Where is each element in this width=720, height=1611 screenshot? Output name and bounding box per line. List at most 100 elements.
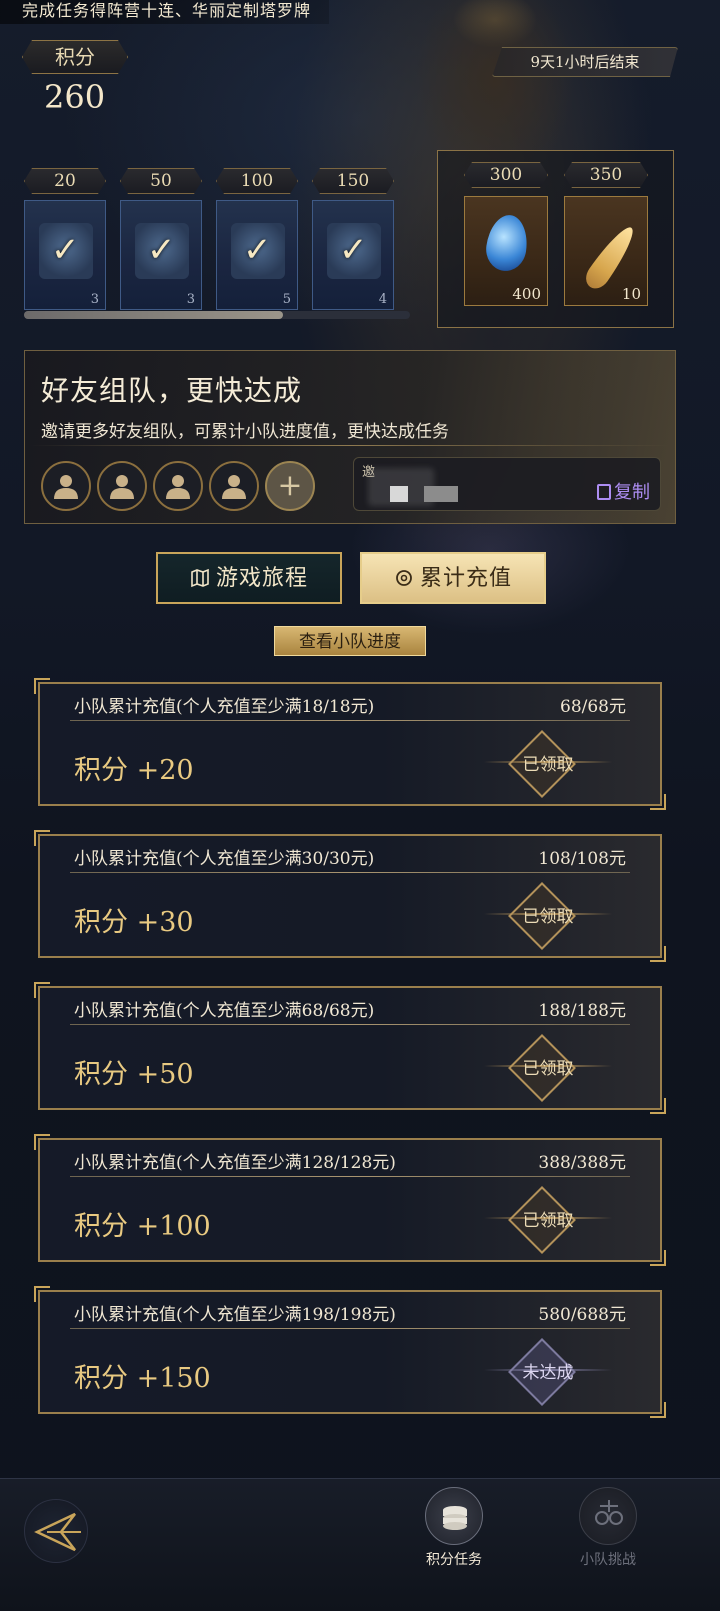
task-progress: 580/688元 [538,1305,626,1325]
reward-card: 10 [564,196,648,306]
reward-item-300[interactable]: 300 400 [464,162,548,306]
copy-label: 复制 [614,482,650,503]
claimed-status-button[interactable]: 已领取 [484,1194,612,1242]
event-timer: 9天1小时后结束 [492,47,678,77]
claimed-status-button[interactable]: 已领取 [484,890,612,938]
reward-card: ✓ 3 [24,200,106,310]
check-icon: ✓ [243,230,272,270]
reward-item-350[interactable]: 350 10 [564,162,648,306]
coin-icon [396,570,412,586]
reward-qty: 400 [512,285,541,303]
plus-icon: + [277,468,303,503]
event-banner-text: 完成任务得阵营十连、华丽定制塔罗牌 [0,0,330,24]
not-achieved-status-button[interactable]: 未达成 [484,1346,612,1394]
points-label: 积分 [22,40,128,74]
user-icon [222,475,246,499]
coin-stack-svg [443,1506,467,1530]
check-icon: ✓ [147,230,176,270]
team-member-slot[interactable] [97,461,147,511]
back-button[interactable] [24,1499,88,1563]
invite-code-box: 邀 复制 [353,457,661,511]
reward-item-150[interactable]: 150 ✓ 4 [312,168,394,310]
task-title: 小队累计充值(个人充值至少满18/18元) [74,697,375,717]
add-member-button[interactable]: + [265,461,315,511]
task-reward: 积分 +30 [74,907,194,938]
nav-label: 小队挑战 [580,1552,636,1568]
redacted-invite-code [390,486,408,502]
task-title: 小队累计充值(个人充值至少满128/128元) [74,1153,396,1173]
reward-cost: 150 [312,168,394,194]
task-title: 小队累计充值(个人充值至少满68/68元) [74,1001,375,1021]
status-label: 已领取 [522,754,574,775]
team-description: 邀请更多好友组队，可累计小队进度值，更快达成任务 [41,422,449,442]
reward-card: ✓ 3 [120,200,202,310]
divider [29,445,671,446]
reward-card: ✓ 4 [312,200,394,310]
view-team-progress-button[interactable]: 查看小队进度 [274,626,426,656]
reward-item-100[interactable]: 100 ✓ 5 [216,168,298,310]
coin-stack-icon [425,1487,483,1545]
task-card: 小队累计充值(个人充值至少满18/18元) 68/68元 积分 +20 已领取 [34,678,666,810]
status-label: 未达成 [522,1362,574,1383]
copy-icon [597,484,611,500]
tab-game-journey[interactable]: 游戏旅程 [156,552,342,604]
points-value: 260 [44,78,106,116]
reward-progress-bar [24,311,410,319]
status-label: 已领取 [522,1058,574,1079]
team-title: 好友组队，更快达成 [41,374,303,407]
task-title: 小队累计充值(个人充值至少满30/30元) [74,849,375,869]
claimed-status-button[interactable]: 已领取 [484,738,612,786]
user-icon [110,475,134,499]
reward-item-50[interactable]: 50 ✓ 3 [120,168,202,310]
reward-qty: 3 [90,292,99,307]
reward-cost: 100 [216,168,298,194]
user-icon [54,475,78,499]
divider [70,1328,630,1329]
task-reward: 积分 +150 [74,1363,211,1394]
team-member-slot[interactable] [153,461,203,511]
check-icon: ✓ [339,230,368,270]
bottom-navigation: 积分任务 小队挑战 [0,1478,720,1611]
tab-label: 累计充值 [419,566,512,591]
divider [70,872,630,873]
reward-qty: 3 [186,292,195,307]
team-challenge-svg [595,1500,623,1525]
task-reward: 积分 +20 [74,755,194,786]
nav-team-challenge[interactable]: 小队挑战 [560,1487,656,1569]
task-progress: 68/68元 [560,697,626,717]
team-member-slot[interactable] [209,461,259,511]
tab-label: 游戏旅程 [215,566,308,591]
check-icon: ✓ [51,230,80,270]
reward-qty: 5 [282,292,291,307]
redacted-invite-code [424,486,458,502]
reward-card: 400 [464,196,548,306]
status-label: 已领取 [522,906,574,927]
reward-qty: 10 [621,285,641,303]
task-reward: 积分 +50 [74,1059,194,1090]
copy-button[interactable]: 复制 [597,478,650,504]
arrow-back-icon [34,1512,81,1552]
status-label: 已领取 [522,1210,574,1231]
reward-progress-fill [24,311,283,319]
claimed-status-button[interactable]: 已领取 [484,1042,612,1090]
reward-cost: 300 [464,162,548,188]
divider [70,1024,630,1025]
divider [70,1176,630,1177]
tab-cumulative-recharge[interactable]: 累计充值 [360,552,546,604]
reward-cost: 50 [120,168,202,194]
task-progress: 388/388元 [538,1153,626,1173]
task-card: 小队累计充值(个人充值至少满198/198元) 580/688元 积分 +150… [34,1286,666,1418]
team-up-panel: 好友组队，更快达成 邀请更多好友组队，可累计小队进度值，更快达成任务 + 邀 复… [24,350,676,524]
task-card: 小队累计充值(个人充值至少满128/128元) 388/388元 积分 +100… [34,1134,666,1266]
task-card: 小队累计充值(个人充值至少满68/68元) 188/188元 积分 +50 已领… [34,982,666,1114]
task-title: 小队累计充值(个人充值至少满198/198元) [74,1305,396,1325]
golden-feather-icon [581,221,641,294]
team-member-slot[interactable] [41,461,91,511]
reward-card: ✓ 5 [216,200,298,310]
team-challenge-icon [579,1487,637,1545]
nav-points-tasks[interactable]: 积分任务 [406,1487,502,1569]
nav-label: 积分任务 [426,1552,482,1568]
page-root: 完成任务得阵营十连、华丽定制塔罗牌 积分 260 9天1小时后结束 20 ✓ 3… [0,0,720,1611]
reward-cost: 20 [24,168,106,194]
reward-item-20[interactable]: 20 ✓ 3 [24,168,106,310]
